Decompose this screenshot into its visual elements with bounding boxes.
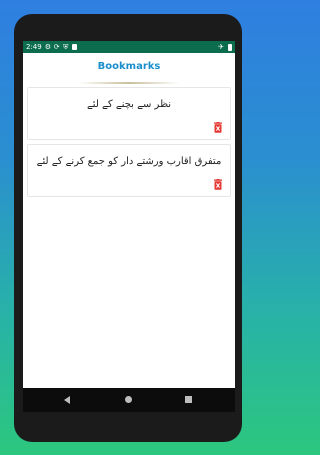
app-screen: 2:49 ⚙ ⟳ ⛨ ✈ Bookmarks نظر سے بچنے کے لئ…: [23, 41, 235, 412]
status-time: 2:49: [26, 43, 42, 51]
battery-icon: [228, 43, 232, 51]
sdcard-icon: [71, 44, 77, 50]
delete-icon[interactable]: [213, 179, 223, 190]
home-icon[interactable]: [125, 396, 132, 403]
bookmark-list: نظر سے بچنے کے لئے متفرق اقارب ورشتے دار…: [27, 87, 231, 201]
bookmark-title[interactable]: نظر سے بچنے کے لئے: [34, 99, 224, 110]
status-right: ✈: [218, 41, 232, 53]
page-title: Bookmarks: [97, 61, 161, 72]
bookmark-card[interactable]: متفرق اقارب ورشتے دار کو جمع کرنے کے لئے: [27, 144, 231, 197]
status-bar: 2:49 ⚙ ⟳ ⛨ ✈: [23, 41, 235, 53]
sync-icon: ⟳: [53, 43, 60, 51]
status-left: 2:49 ⚙ ⟳ ⛨: [26, 41, 77, 53]
delete-icon[interactable]: [213, 122, 223, 133]
recent-apps-icon[interactable]: [185, 396, 192, 403]
airplane-icon: ✈: [218, 43, 224, 51]
navigation-bar: [23, 388, 235, 412]
shield-icon: ⛨: [63, 43, 69, 51]
app-bar: Bookmarks: [23, 53, 235, 84]
bookmark-title[interactable]: متفرق اقارب ورشتے دار کو جمع کرنے کے لئے: [34, 156, 224, 167]
back-icon[interactable]: [64, 396, 70, 404]
gear-icon: ⚙: [44, 43, 52, 51]
bookmark-card[interactable]: نظر سے بچنے کے لئے: [27, 87, 231, 140]
title-underline: [78, 82, 180, 84]
